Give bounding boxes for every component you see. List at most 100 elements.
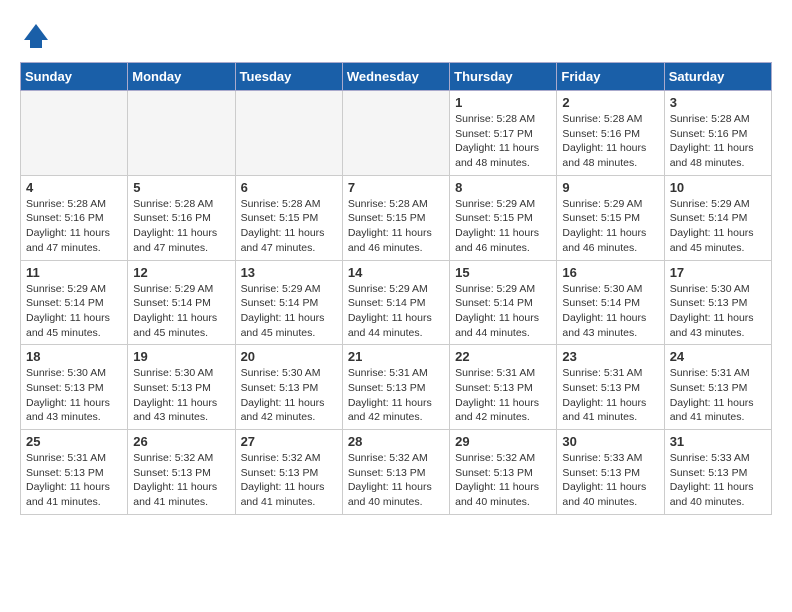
day-info: Sunrise: 5:30 AMSunset: 5:13 PMDaylight:… xyxy=(670,282,766,341)
day-number: 23 xyxy=(562,349,658,364)
day-number: 13 xyxy=(241,265,337,280)
day-info: Sunrise: 5:30 AMSunset: 5:13 PMDaylight:… xyxy=(133,366,229,425)
day-info: Sunrise: 5:29 AMSunset: 5:14 PMDaylight:… xyxy=(348,282,444,341)
day-number: 22 xyxy=(455,349,551,364)
calendar-day-cell: 24Sunrise: 5:31 AMSunset: 5:13 PMDayligh… xyxy=(664,345,771,430)
day-number: 19 xyxy=(133,349,229,364)
day-number: 31 xyxy=(670,434,766,449)
day-of-week-header: Thursday xyxy=(450,63,557,91)
calendar-day-cell: 17 Sunrise: 5:30 AMSunset: 5:13 PMDayligh… xyxy=(664,260,771,345)
day-number: 4 xyxy=(26,180,122,195)
calendar-day-cell: 26 Sunrise: 5:32 AMSunset: 5:13 PMDayligh… xyxy=(128,430,235,515)
day-number: 6 xyxy=(241,180,337,195)
day-info: Sunrise: 5:33 AMSunset: 5:13 PMDaylight:… xyxy=(562,451,658,510)
calendar-day-cell: 20 Sunrise: 5:30 AMSunset: 5:13 PMDayligh… xyxy=(235,345,342,430)
day-info: Sunrise: 5:28 AMSunset: 5:16 PMDaylight:… xyxy=(26,197,122,256)
day-info: Sunrise: 5:28 AMSunset: 5:15 PMDaylight:… xyxy=(241,197,337,256)
calendar-day-cell: 29 Sunrise: 5:32 AMSunset: 5:13 PMDayligh… xyxy=(450,430,557,515)
day-number: 30 xyxy=(562,434,658,449)
calendar-week-row: 25 Sunrise: 5:31 AMSunset: 5:13 PMDayligh… xyxy=(21,430,772,515)
day-info: Sunrise: 5:32 AMSunset: 5:13 PMDaylight:… xyxy=(241,451,337,510)
day-number: 26 xyxy=(133,434,229,449)
day-number: 17 xyxy=(670,265,766,280)
calendar-day-cell: 7Sunrise: 5:28 AMSunset: 5:15 PMDaylight… xyxy=(342,175,449,260)
logo xyxy=(20,20,56,52)
calendar-day-cell: 10Sunrise: 5:29 AMSunset: 5:14 PMDayligh… xyxy=(664,175,771,260)
day-number: 21 xyxy=(348,349,444,364)
day-info: Sunrise: 5:28 AMSunset: 5:16 PMDaylight:… xyxy=(562,112,658,171)
calendar-day-cell: 13 Sunrise: 5:29 AMSunset: 5:14 PMDayligh… xyxy=(235,260,342,345)
day-info: Sunrise: 5:31 AMSunset: 5:13 PMDaylight:… xyxy=(670,366,766,425)
day-of-week-header: Tuesday xyxy=(235,63,342,91)
day-info: Sunrise: 5:31 AMSunset: 5:13 PMDaylight:… xyxy=(26,451,122,510)
calendar-day-cell xyxy=(21,91,128,176)
calendar-day-cell: 14 Sunrise: 5:29 AMSunset: 5:14 PMDayligh… xyxy=(342,260,449,345)
day-info: Sunrise: 5:32 AMSunset: 5:13 PMDaylight:… xyxy=(133,451,229,510)
calendar-day-cell xyxy=(128,91,235,176)
calendar-day-cell: 8 Sunrise: 5:29 AMSunset: 5:15 PMDaylight… xyxy=(450,175,557,260)
day-info: Sunrise: 5:29 AMSunset: 5:15 PMDaylight:… xyxy=(455,197,551,256)
day-info: Sunrise: 5:28 AMSunset: 5:15 PMDaylight:… xyxy=(348,197,444,256)
day-number: 15 xyxy=(455,265,551,280)
day-number: 28 xyxy=(348,434,444,449)
day-info: Sunrise: 5:32 AMSunset: 5:13 PMDaylight:… xyxy=(348,451,444,510)
day-info: Sunrise: 5:28 AMSunset: 5:16 PMDaylight:… xyxy=(133,197,229,256)
day-number: 11 xyxy=(26,265,122,280)
day-number: 8 xyxy=(455,180,551,195)
calendar-day-cell: 31 Sunrise: 5:33 AMSunset: 5:13 PMDayligh… xyxy=(664,430,771,515)
day-number: 12 xyxy=(133,265,229,280)
day-info: Sunrise: 5:29 AMSunset: 5:14 PMDaylight:… xyxy=(455,282,551,341)
day-info: Sunrise: 5:33 AMSunset: 5:13 PMDaylight:… xyxy=(670,451,766,510)
day-number: 14 xyxy=(348,265,444,280)
day-info: Sunrise: 5:30 AMSunset: 5:13 PMDaylight:… xyxy=(241,366,337,425)
day-info: Sunrise: 5:29 AMSunset: 5:14 PMDaylight:… xyxy=(670,197,766,256)
calendar-week-row: 4 Sunrise: 5:28 AMSunset: 5:16 PMDaylight… xyxy=(21,175,772,260)
day-of-week-header: Saturday xyxy=(664,63,771,91)
calendar-day-cell: 3 Sunrise: 5:28 AMSunset: 5:16 PMDaylight… xyxy=(664,91,771,176)
calendar-day-cell: 1 Sunrise: 5:28 AMSunset: 5:17 PMDaylight… xyxy=(450,91,557,176)
calendar-day-cell: 4 Sunrise: 5:28 AMSunset: 5:16 PMDaylight… xyxy=(21,175,128,260)
calendar-week-row: 11 Sunrise: 5:29 AMSunset: 5:14 PMDayligh… xyxy=(21,260,772,345)
calendar-week-row: 1 Sunrise: 5:28 AMSunset: 5:17 PMDaylight… xyxy=(21,91,772,176)
day-of-week-header: Sunday xyxy=(21,63,128,91)
calendar-week-row: 18 Sunrise: 5:30 AMSunset: 5:13 PMDayligh… xyxy=(21,345,772,430)
day-number: 20 xyxy=(241,349,337,364)
day-info: Sunrise: 5:28 AMSunset: 5:16 PMDaylight:… xyxy=(670,112,766,171)
calendar-day-cell: 25 Sunrise: 5:31 AMSunset: 5:13 PMDayligh… xyxy=(21,430,128,515)
day-number: 1 xyxy=(455,95,551,110)
day-number: 16 xyxy=(562,265,658,280)
calendar-day-cell: 6 Sunrise: 5:28 AMSunset: 5:15 PMDaylight… xyxy=(235,175,342,260)
calendar-day-cell: 11 Sunrise: 5:29 AMSunset: 5:14 PMDayligh… xyxy=(21,260,128,345)
calendar-day-cell: 5 Sunrise: 5:28 AMSunset: 5:16 PMDaylight… xyxy=(128,175,235,260)
day-number: 3 xyxy=(670,95,766,110)
calendar-day-cell: 22Sunrise: 5:31 AMSunset: 5:13 PMDayligh… xyxy=(450,345,557,430)
calendar-day-cell xyxy=(342,91,449,176)
calendar-day-cell: 2 Sunrise: 5:28 AMSunset: 5:16 PMDaylight… xyxy=(557,91,664,176)
calendar-day-cell: 27 Sunrise: 5:32 AMSunset: 5:13 PMDayligh… xyxy=(235,430,342,515)
calendar-day-cell xyxy=(235,91,342,176)
day-number: 18 xyxy=(26,349,122,364)
day-info: Sunrise: 5:29 AMSunset: 5:14 PMDaylight:… xyxy=(241,282,337,341)
calendar-day-cell: 19 Sunrise: 5:30 AMSunset: 5:13 PMDayligh… xyxy=(128,345,235,430)
day-info: Sunrise: 5:31 AMSunset: 5:13 PMDaylight:… xyxy=(348,366,444,425)
day-number: 5 xyxy=(133,180,229,195)
day-info: Sunrise: 5:29 AMSunset: 5:14 PMDaylight:… xyxy=(26,282,122,341)
day-info: Sunrise: 5:31 AMSunset: 5:13 PMDaylight:… xyxy=(562,366,658,425)
day-info: Sunrise: 5:30 AMSunset: 5:13 PMDaylight:… xyxy=(26,366,122,425)
day-info: Sunrise: 5:28 AMSunset: 5:17 PMDaylight:… xyxy=(455,112,551,171)
day-number: 27 xyxy=(241,434,337,449)
calendar-day-cell: 23 Sunrise: 5:31 AMSunset: 5:13 PMDayligh… xyxy=(557,345,664,430)
day-number: 2 xyxy=(562,95,658,110)
calendar-day-cell: 30 Sunrise: 5:33 AMSunset: 5:13 PMDayligh… xyxy=(557,430,664,515)
day-number: 29 xyxy=(455,434,551,449)
day-of-week-header: Friday xyxy=(557,63,664,91)
day-info: Sunrise: 5:32 AMSunset: 5:13 PMDaylight:… xyxy=(455,451,551,510)
calendar-table: SundayMondayTuesdayWednesdayThursdayFrid… xyxy=(20,62,772,515)
day-number: 25 xyxy=(26,434,122,449)
day-info: Sunrise: 5:29 AMSunset: 5:15 PMDaylight:… xyxy=(562,197,658,256)
day-info: Sunrise: 5:29 AMSunset: 5:14 PMDaylight:… xyxy=(133,282,229,341)
calendar-day-cell: 9Sunrise: 5:29 AMSunset: 5:15 PMDaylight… xyxy=(557,175,664,260)
day-info: Sunrise: 5:30 AMSunset: 5:14 PMDaylight:… xyxy=(562,282,658,341)
calendar-day-cell: 12 Sunrise: 5:29 AMSunset: 5:14 PMDayligh… xyxy=(128,260,235,345)
calendar-day-cell: 18 Sunrise: 5:30 AMSunset: 5:13 PMDayligh… xyxy=(21,345,128,430)
